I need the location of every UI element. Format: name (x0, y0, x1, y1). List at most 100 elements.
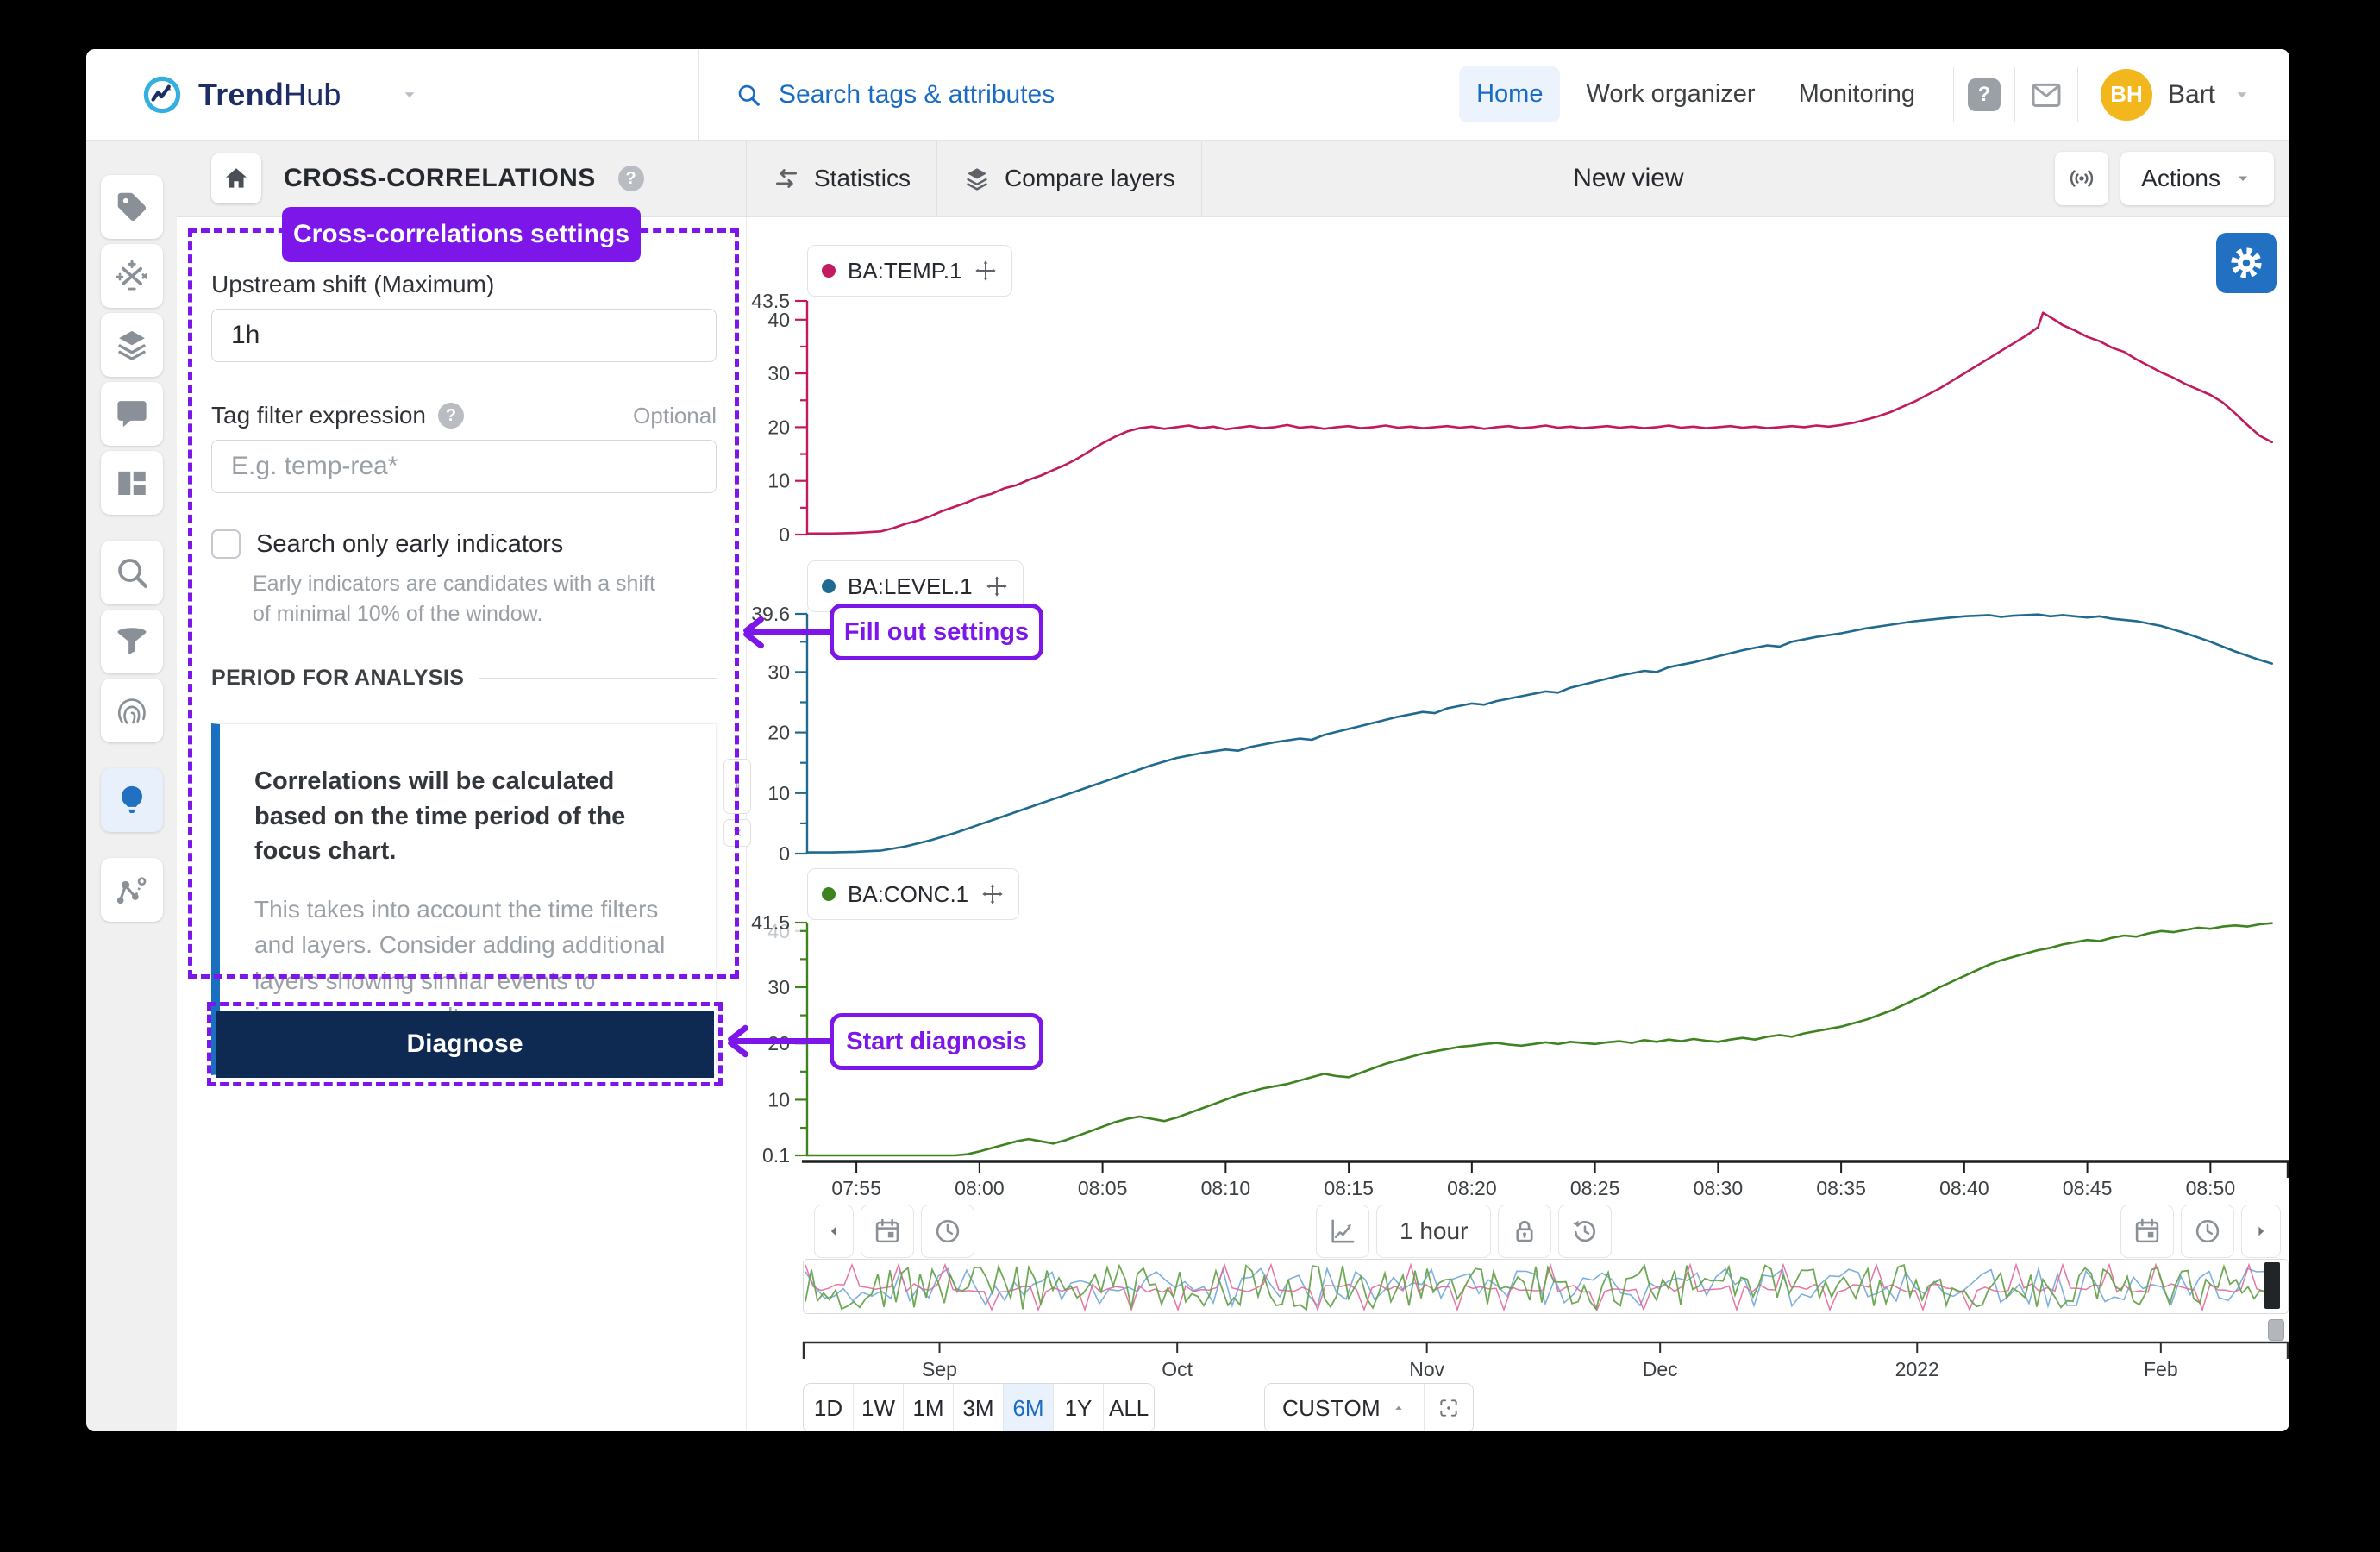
broadcast-button[interactable] (2055, 152, 2108, 205)
rail-calculations-button[interactable] (101, 244, 163, 308)
calendar-icon (873, 1217, 902, 1246)
panel-resize-handle[interactable] (723, 759, 751, 814)
user-name: Bart (2168, 80, 2215, 110)
rail-search-button[interactable] (101, 541, 163, 604)
overview-drag-handle[interactable] (2268, 1319, 2284, 1341)
move-icon[interactable] (974, 259, 998, 283)
actions-button[interactable]: Actions (2120, 152, 2274, 205)
main-layout: CROSS-CORRELATIONS ? Statistics Compare … (86, 141, 2289, 1431)
end-time-button[interactable] (2181, 1205, 2234, 1258)
svg-text:10: 10 (767, 470, 790, 492)
zoom-preset-group: 1D1W1M3M6M1YALL (803, 1383, 1155, 1431)
math-functions-icon (114, 258, 150, 294)
trend-mode-button[interactable] (1316, 1205, 1369, 1258)
zoom-preset-all[interactable]: ALL (1104, 1384, 1154, 1431)
rail-dashboard-button[interactable] (101, 451, 163, 515)
zoom-preset-1m[interactable]: 1M (904, 1384, 954, 1431)
history-button[interactable] (1558, 1205, 1612, 1258)
view-title[interactable]: New view (1202, 141, 2056, 216)
start-date-button[interactable] (861, 1205, 914, 1258)
fit-range-button[interactable] (1425, 1384, 1473, 1431)
svg-text:10: 10 (767, 1088, 790, 1111)
settings-annotation-badge: Cross-correlations settings (282, 207, 641, 262)
zoom-preset-1y[interactable]: 1Y (1054, 1384, 1104, 1431)
time-nav-left (814, 1205, 974, 1260)
compare-layers-button[interactable]: Compare layers (937, 141, 1202, 216)
tool-rail (86, 141, 177, 1431)
fill-out-settings-note: Fill out settings (830, 604, 1043, 660)
svg-text:40: 40 (767, 309, 790, 331)
zoom-preset-1d[interactable]: 1D (804, 1384, 854, 1431)
lock-range-button[interactable] (1498, 1205, 1551, 1258)
panel-close-button[interactable] (723, 819, 751, 847)
start-diagnosis-note: Start diagnosis (830, 1013, 1043, 1070)
user-menu[interactable]: BH Bart (2092, 69, 2289, 121)
rail-tag-button[interactable] (101, 175, 163, 239)
actions-label: Actions (2141, 165, 2220, 192)
move-icon[interactable] (985, 574, 1009, 598)
checkbox[interactable] (211, 529, 241, 559)
svg-text:Sep: Sep (922, 1358, 957, 1380)
chart-settings-button[interactable] (2216, 233, 2277, 293)
help-circle-icon[interactable]: ? (438, 403, 464, 429)
svg-text:0: 0 (779, 523, 790, 546)
chevron-down-icon (2231, 84, 2253, 106)
rail-filter-button[interactable] (101, 610, 163, 673)
rail-recommendations-button[interactable] (101, 768, 163, 832)
lock-icon (1510, 1217, 1539, 1246)
panel-header: CROSS-CORRELATIONS ? (177, 141, 746, 216)
svg-text:20: 20 (767, 722, 790, 744)
nav-monitoring[interactable]: Monitoring (1782, 66, 1932, 122)
focus-chart-ba-temp-1[interactable]: 43.5403020100 (747, 275, 2289, 560)
rail-context-button[interactable] (101, 858, 163, 922)
context-overview-bar[interactable] (803, 1259, 2289, 1314)
home-button[interactable] (211, 153, 261, 203)
nav-home[interactable]: Home (1459, 66, 1560, 122)
global-search-input[interactable]: Search tags & attributes (698, 49, 1459, 140)
rail-fingerprint-button[interactable] (101, 679, 163, 742)
app-switcher[interactable]: TrendHub (86, 74, 698, 116)
svg-text:30: 30 (767, 976, 790, 998)
series-color-dot (822, 264, 836, 278)
rail-comments-button[interactable] (101, 382, 163, 446)
help-circle-icon[interactable]: ? (618, 166, 644, 191)
nav-work-organizer[interactable]: Work organizer (1569, 66, 1772, 122)
trendhub-logo-icon (141, 74, 183, 116)
step-forward-button[interactable] (2241, 1205, 2281, 1258)
filter-icon (114, 623, 150, 660)
duration-button[interactable]: 1 hour (1376, 1205, 1491, 1258)
zoom-preset-6m[interactable]: 6M (1004, 1384, 1054, 1431)
end-date-button[interactable] (2120, 1205, 2174, 1258)
mail-icon[interactable] (2029, 78, 2064, 112)
compare-layers-label: Compare layers (1005, 165, 1175, 192)
move-icon[interactable] (980, 882, 1005, 906)
tag-filter-label: Tag filter expression (211, 402, 426, 429)
divider (1953, 67, 1954, 122)
time-nav-center: 1 hour (1316, 1205, 1612, 1260)
clock-icon (2193, 1217, 2222, 1246)
zoom-preset-3m[interactable]: 3M (954, 1384, 1004, 1431)
custom-range-button[interactable]: CUSTOM (1265, 1384, 1425, 1431)
svg-text:2022: 2022 (1895, 1358, 1939, 1380)
step-back-button[interactable] (814, 1205, 854, 1258)
chevron-down-icon[interactable] (398, 84, 421, 106)
svg-text:10: 10 (767, 782, 790, 804)
zoom-preset-1w[interactable]: 1W (854, 1384, 904, 1431)
lightbulb-icon (114, 782, 150, 818)
legend-chip-ba-temp-1[interactable]: BA:TEMP.1 (807, 245, 1012, 297)
arrow-left-icon (824, 1221, 844, 1242)
early-indicators-option[interactable]: Search only early indicators (211, 529, 717, 559)
clock-icon (933, 1217, 962, 1246)
content-area: CROSS-CORRELATIONS ? Statistics Compare … (177, 141, 2289, 1431)
upstream-shift-input[interactable] (211, 309, 717, 362)
series-name: BA:LEVEL.1 (848, 573, 973, 600)
legend-chip-ba-conc-1[interactable]: BA:CONC.1 (807, 868, 1019, 920)
start-time-button[interactable] (921, 1205, 974, 1258)
help-icon[interactable]: ? (1968, 78, 2001, 111)
tag-filter-input[interactable] (211, 440, 717, 493)
trend-chart-icon (1328, 1217, 1357, 1246)
time-nav-right (2120, 1205, 2281, 1260)
diagnose-button[interactable]: Diagnose (216, 1011, 714, 1078)
rail-layers-button[interactable] (101, 313, 163, 377)
statistics-button[interactable]: Statistics (746, 141, 937, 216)
